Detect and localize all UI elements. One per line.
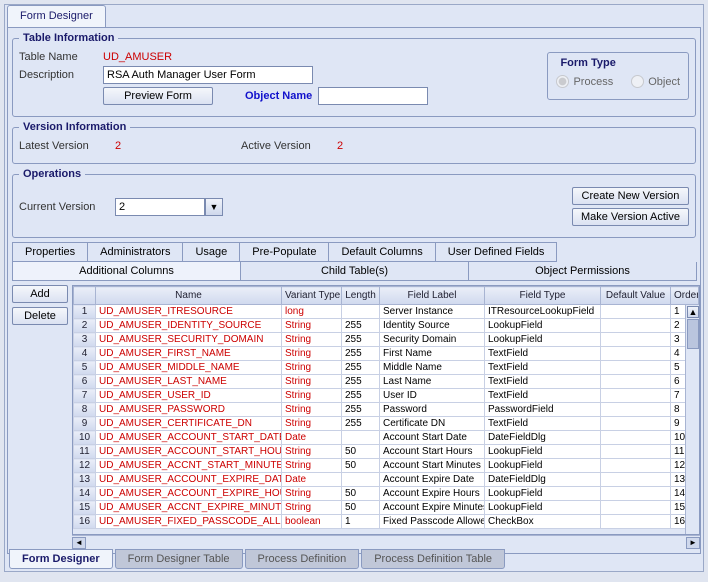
bottom-tab-process-definition-table[interactable]: Process Definition Table (361, 549, 505, 569)
horizontal-scrollbar[interactable]: ◄ ► (72, 535, 700, 549)
bottom-tab-process-definition[interactable]: Process Definition (245, 549, 360, 569)
table-row[interactable]: 1UD_AMUSER_ITRESOURCElongServer Instance… (74, 305, 699, 319)
table-row[interactable]: 5UD_AMUSER_MIDDLE_NAMEString255Middle Na… (74, 361, 699, 375)
description-input[interactable] (103, 66, 313, 84)
active-version-label: Active Version (241, 140, 331, 152)
table-row[interactable]: 6UD_AMUSER_LAST_NAMEString255Last NameTe… (74, 375, 699, 389)
subtab-usage[interactable]: Usage (182, 242, 240, 262)
col-header-rownum[interactable] (74, 287, 96, 305)
subtab-pre-populate[interactable]: Pre-Populate (239, 242, 329, 262)
subtab-administrators[interactable]: Administrators (87, 242, 183, 262)
table-row[interactable]: 13UD_AMUSER_ACCOUNT_EXPIRE_DATEDateAccou… (74, 473, 699, 487)
operations-legend: Operations (19, 168, 85, 180)
object-name-input[interactable] (318, 87, 428, 105)
table-info-legend: Table Information (19, 32, 118, 44)
table-row[interactable]: 3UD_AMUSER_SECURITY_DOMAINString255Secur… (74, 333, 699, 347)
table-row[interactable]: 11UD_AMUSER_ACCOUNT_START_HOURSString50A… (74, 445, 699, 459)
table-row[interactable]: 2UD_AMUSER_IDENTITY_SOURCEString255Ident… (74, 319, 699, 333)
latest-version-value: 2 (115, 140, 235, 152)
version-information-group: Version Information Latest Version 2 Act… (12, 121, 696, 164)
chevron-down-icon[interactable]: ▼ (205, 198, 223, 216)
table-information-group: Table Information Table Name UD_AMUSER D… (12, 32, 696, 117)
table-row[interactable]: 8UD_AMUSER_PASSWORDString255PasswordPass… (74, 403, 699, 417)
add-button[interactable]: Add (12, 285, 68, 303)
table-name-label: Table Name (19, 51, 97, 63)
table-row[interactable]: 10UD_AMUSER_ACCOUNT_START_DATEDateAccoun… (74, 431, 699, 445)
bottom-tab-form-designer[interactable]: Form Designer (9, 549, 113, 569)
table-row[interactable]: 15UD_AMUSER_ACCNT_EXPIRE_MINUTESString50… (74, 501, 699, 515)
operations-group: Operations Current Version ▼ Create New … (12, 168, 696, 238)
scroll-thumb[interactable] (687, 319, 699, 349)
make-version-active-button[interactable]: Make Version Active (572, 208, 689, 226)
active-version-value: 2 (337, 140, 343, 152)
table-name-value: UD_AMUSER (103, 51, 172, 63)
subtab-properties[interactable]: Properties (12, 242, 88, 262)
delete-button[interactable]: Delete (12, 307, 68, 325)
table-row[interactable]: 16UD_AMUSER_FIXED_PASSCODE_ALLOWboolean1… (74, 515, 699, 529)
scroll-left-icon[interactable]: ◄ (72, 537, 86, 549)
table-row[interactable]: 9UD_AMUSER_CERTIFICATE_DNString255Certif… (74, 417, 699, 431)
form-type-legend: Form Type (556, 57, 619, 69)
table-row[interactable]: 4UD_AMUSER_FIRST_NAMEString255First Name… (74, 347, 699, 361)
object-name-label: Object Name (245, 90, 312, 102)
col-header-name[interactable]: Name (96, 287, 282, 305)
current-version-input[interactable] (115, 198, 205, 216)
table-row[interactable]: 12UD_AMUSER_ACCNT_START_MINUTESString50A… (74, 459, 699, 473)
col-header-default-value[interactable]: Default Value (601, 287, 671, 305)
current-version-label: Current Version (19, 201, 109, 213)
latest-version-label: Latest Version (19, 140, 109, 152)
col-header-field-label[interactable]: Field Label (380, 287, 485, 305)
table-row[interactable]: 14UD_AMUSER_ACCOUNT_EXPIRE_HOURSString50… (74, 487, 699, 501)
table-row[interactable]: 7UD_AMUSER_USER_IDString255User IDTextFi… (74, 389, 699, 403)
bottom-tab-form-designer-table[interactable]: Form Designer Table (115, 549, 243, 569)
col-header-variant-type[interactable]: Variant Type (282, 287, 342, 305)
scroll-up-icon[interactable]: ▲ (687, 306, 699, 318)
form-type-process-radio[interactable]: Process (556, 75, 613, 88)
subtab-child-table(s)[interactable]: Child Table(s) (240, 262, 469, 281)
subtab-object-permissions[interactable]: Object Permissions (468, 262, 697, 281)
subtab-user-defined-fields[interactable]: User Defined Fields (435, 242, 558, 262)
col-header-order[interactable]: Order (671, 287, 699, 305)
col-header-field-type[interactable]: Field Type (485, 287, 601, 305)
description-label: Description (19, 69, 97, 81)
create-new-version-button[interactable]: Create New Version (572, 187, 689, 205)
col-header-length[interactable]: Length (342, 287, 380, 305)
subtab-default-columns[interactable]: Default Columns (328, 242, 435, 262)
preview-form-button[interactable]: Preview Form (103, 87, 213, 105)
version-info-legend: Version Information (19, 121, 130, 133)
subtab-additional-columns[interactable]: Additional Columns (12, 262, 241, 281)
tab-form-designer[interactable]: Form Designer (7, 5, 106, 27)
vertical-scrollbar[interactable]: ▲ (685, 305, 699, 534)
current-version-combo[interactable]: ▼ (115, 198, 223, 216)
form-type-object-radio[interactable]: Object (631, 75, 680, 88)
columns-table[interactable]: NameVariant TypeLengthField LabelField T… (73, 286, 699, 529)
scroll-right-icon[interactable]: ► (686, 537, 700, 549)
